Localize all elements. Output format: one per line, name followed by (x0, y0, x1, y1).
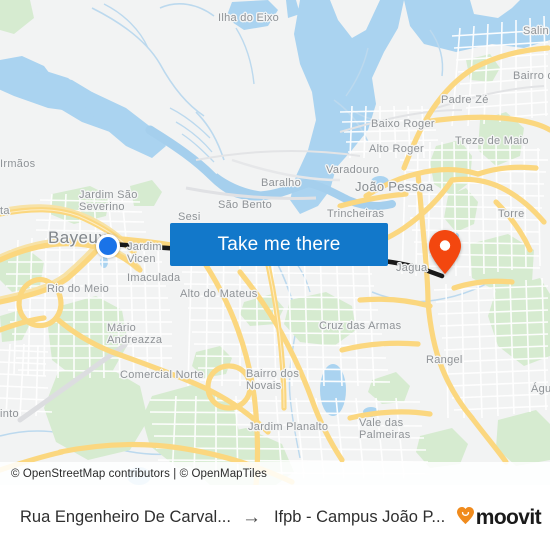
destination-label: Ifpb - Campus João P... (273, 508, 446, 526)
map-attribution-bar: © OpenStreetMap contributors | © OpenMap… (0, 462, 550, 485)
origin-marker-dot[interactable] (96, 234, 120, 258)
moovit-logo[interactable]: moovit (456, 505, 542, 530)
route-footer-bar: Rua Engenheiro De Carval... → Ifpb - Cam… (0, 485, 550, 550)
moovit-wordmark: moovit (475, 505, 542, 529)
destination-marker-pin[interactable] (428, 229, 462, 275)
moovit-pin-icon (456, 506, 475, 530)
arrow-right-icon: → (241, 507, 261, 528)
take-me-there-button[interactable]: Take me there (170, 223, 388, 266)
origin-label: Rua Engenheiro De Carval... (20, 508, 231, 526)
attribution-text: © OpenStreetMap contributors | © OpenMap… (11, 467, 268, 480)
moovit-map-screen: Ilha do Eixo Salin Bairro d Padre Zé Baixo R… (0, 0, 550, 550)
